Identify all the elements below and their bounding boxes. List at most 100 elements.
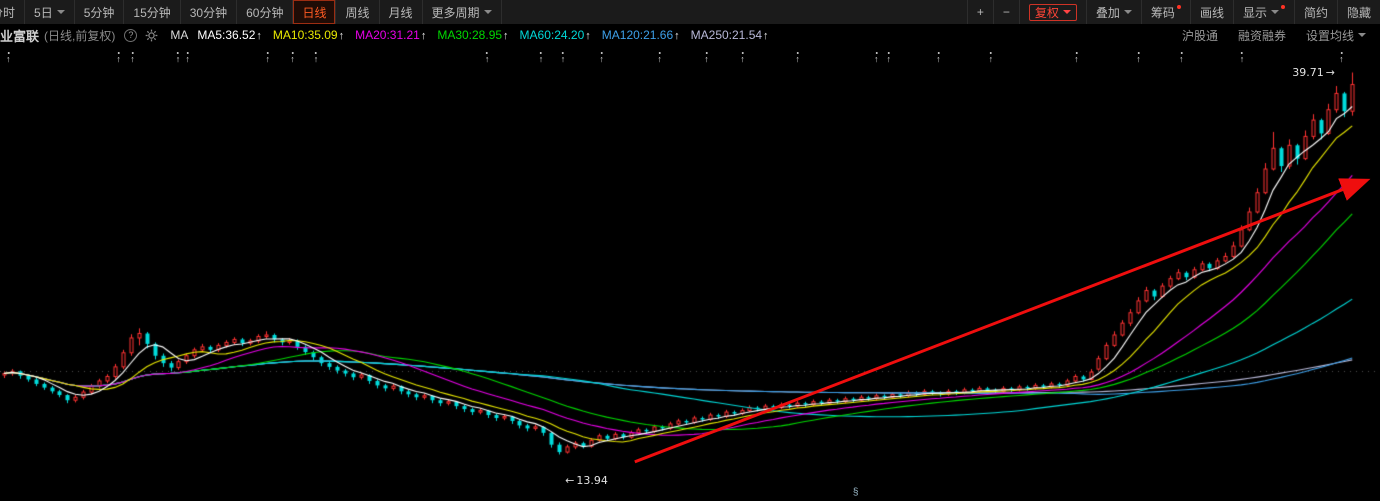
period-tab-0[interactable]: 分时 [0, 0, 25, 24]
period-tabs: 分时 5日 5分钟 15分钟 30分钟 60分钟日线周线 月线 更多周期 [0, 0, 502, 24]
chart-info-bar: 工业富联 (日线,前复权) ? MA MA5:36.52↑ MA10:35.09↑… [0, 24, 1380, 46]
event-marker-icon[interactable]: ↑ [1074, 52, 1079, 64]
period-tab-7[interactable]: 周线 [336, 0, 379, 24]
notification-dot-icon [1177, 5, 1181, 9]
ma-readout: MA20:31.21↑ [355, 28, 426, 42]
adjust-price-button[interactable]: 复权 [1019, 0, 1086, 24]
ma-settings-link[interactable]: 设置均线 [1306, 27, 1366, 44]
period-tab-label: 15分钟 [133, 4, 170, 21]
period-tab-label: 更多周期 [432, 4, 480, 21]
event-marker-icon[interactable]: ↑ [561, 52, 566, 64]
period-tab-label: 30分钟 [190, 4, 227, 21]
event-marker-icon[interactable]: ↑ [539, 52, 544, 64]
event-marker-icon[interactable]: ↑ [290, 52, 295, 64]
hide-label: 隐藏 [1347, 4, 1371, 21]
chevron-down-icon [1358, 33, 1366, 37]
up-arrow-icon: ↑ [674, 30, 680, 42]
event-marker-icon[interactable]: ↑ [886, 52, 891, 64]
margin-trading-link[interactable]: 融资融券 [1238, 27, 1286, 44]
chevron-down-icon [1271, 10, 1279, 14]
event-marker-icon[interactable]: ↑ [265, 52, 270, 64]
event-marker-icon[interactable]: ↑ [185, 52, 190, 64]
period-tab-label: 周线 [345, 4, 369, 21]
event-marker-icon[interactable]: ↑ [1339, 52, 1344, 64]
toolbar-right-tools: + − 复权 叠加 筹码 画线 显示 简约 [967, 0, 1380, 24]
display-label: 显示 [1243, 4, 1267, 21]
event-marker-icon[interactable]: ↑ [795, 52, 800, 64]
hu-gu-tong-link[interactable]: 沪股通 [1182, 27, 1218, 44]
overlay-label: 叠加 [1096, 4, 1120, 21]
chips-button[interactable]: 筹码 [1141, 0, 1190, 24]
event-marker-icon[interactable]: ↑ [599, 52, 604, 64]
chevron-down-icon [1063, 10, 1071, 14]
main-chart-area[interactable]: ↑ ↑ ↑ ↑ ↑ ↑ ↑ ↑ ↑ ↑ ↑ ↑ ↑ ↑ ↑ ↑ ↑ ↑ ↑ ↑ ↑ ↑ ↑ ↑ ↑ 39.71 → ← 13.9… [0, 46, 1380, 501]
event-marker-icon[interactable]: ↑ [116, 52, 121, 64]
event-marker-icon[interactable]: ↑ [6, 52, 11, 64]
stock-name: 工业富联 [0, 26, 39, 45]
candlestick-chart-canvas[interactable] [0, 46, 1380, 501]
period-tab-label: 分时 [0, 4, 15, 21]
event-marker-icon[interactable]: ↑ [1136, 52, 1141, 64]
adjust-price-label: 复权 [1035, 4, 1059, 21]
bottom-event-marker[interactable]: § [853, 487, 859, 498]
ma-readout: MA10:35.09↑ [273, 28, 344, 42]
event-marker-icon[interactable]: ↑ [657, 52, 662, 64]
infobar-right-links: 沪股通 融资融券 设置均线 [1162, 27, 1380, 44]
event-marker-icon[interactable]: ↑ [740, 52, 745, 64]
period-tab-9[interactable]: 更多周期 [423, 0, 502, 24]
period-tab-3[interactable]: 15分钟 [124, 0, 180, 24]
ma-settings-label: 设置均线 [1306, 27, 1354, 44]
period-tab-6[interactable]: 日线 [293, 0, 336, 24]
chart-period-desc: (日线,前复权) [44, 27, 115, 44]
up-arrow-icon: ↑ [421, 30, 427, 42]
high-price-label: 39.71 → [1292, 66, 1337, 79]
event-marker-icon[interactable]: ↑ [989, 52, 994, 64]
zoom-in-label: + [977, 5, 984, 19]
draw-line-label: 画线 [1200, 4, 1224, 21]
ma-readout: MA250:21.54↑ [691, 28, 769, 42]
gear-icon[interactable] [145, 29, 158, 42]
simple-mode-button[interactable]: 简约 [1294, 0, 1337, 24]
ma-readout: MA60:24.20↑ [520, 28, 591, 42]
period-tab-label: 月线 [389, 4, 413, 21]
period-tab-4[interactable]: 30分钟 [181, 0, 237, 24]
chevron-down-icon [57, 10, 65, 14]
period-tab-2[interactable]: 5分钟 [75, 0, 125, 24]
period-tab-5[interactable]: 60分钟 [237, 0, 293, 24]
up-arrow-icon: ↑ [585, 30, 591, 42]
zoom-in-button[interactable]: + [967, 0, 993, 24]
up-arrow-icon: ↑ [256, 30, 262, 42]
ma-readout: MA30:28.95↑ [437, 28, 508, 42]
draw-line-button[interactable]: 画线 [1190, 0, 1233, 24]
display-button[interactable]: 显示 [1233, 0, 1294, 24]
arrow-left-icon: ← [565, 474, 574, 487]
event-marker-icon[interactable]: ↑ [1240, 52, 1245, 64]
ma-indicator-label[interactable]: MA [170, 28, 188, 42]
period-tab-label: 5日 [34, 4, 53, 21]
zoom-out-button[interactable]: − [993, 0, 1019, 24]
ma-readouts: MA5:36.52↑ MA10:35.09↑ MA20:31.21↑ MA30:28.… [197, 28, 779, 42]
event-marker-icon[interactable]: ↑ [314, 52, 319, 64]
event-marker-icon[interactable]: ↑ [130, 52, 135, 64]
period-tab-label: 60分钟 [246, 4, 283, 21]
low-price-value: 13.94 [576, 474, 608, 487]
zoom-out-label: − [1003, 5, 1010, 19]
up-arrow-icon: ↑ [339, 30, 345, 42]
period-tab-label: 5分钟 [84, 4, 115, 21]
arrow-right-icon: → [1326, 66, 1335, 79]
hide-button[interactable]: 隐藏 [1337, 0, 1380, 24]
chips-label: 筹码 [1151, 4, 1175, 21]
event-marker-icon[interactable]: ↑ [176, 52, 181, 64]
chevron-down-icon [484, 10, 492, 14]
event-marker-icon[interactable]: ↑ [936, 52, 941, 64]
period-tab-8[interactable]: 月线 [380, 0, 423, 24]
ma-readout: MA5:36.52↑ [197, 28, 262, 42]
event-marker-icon[interactable]: ↑ [874, 52, 879, 64]
period-tab-1[interactable]: 5日 [25, 0, 75, 24]
overlay-button[interactable]: 叠加 [1086, 0, 1141, 24]
help-icon[interactable]: ? [124, 29, 137, 42]
event-marker-icon[interactable]: ↑ [1179, 52, 1184, 64]
event-marker-icon[interactable]: ↑ [485, 52, 490, 64]
ma-readout: MA120:21.66↑ [602, 28, 680, 42]
event-marker-icon[interactable]: ↑ [704, 52, 709, 64]
